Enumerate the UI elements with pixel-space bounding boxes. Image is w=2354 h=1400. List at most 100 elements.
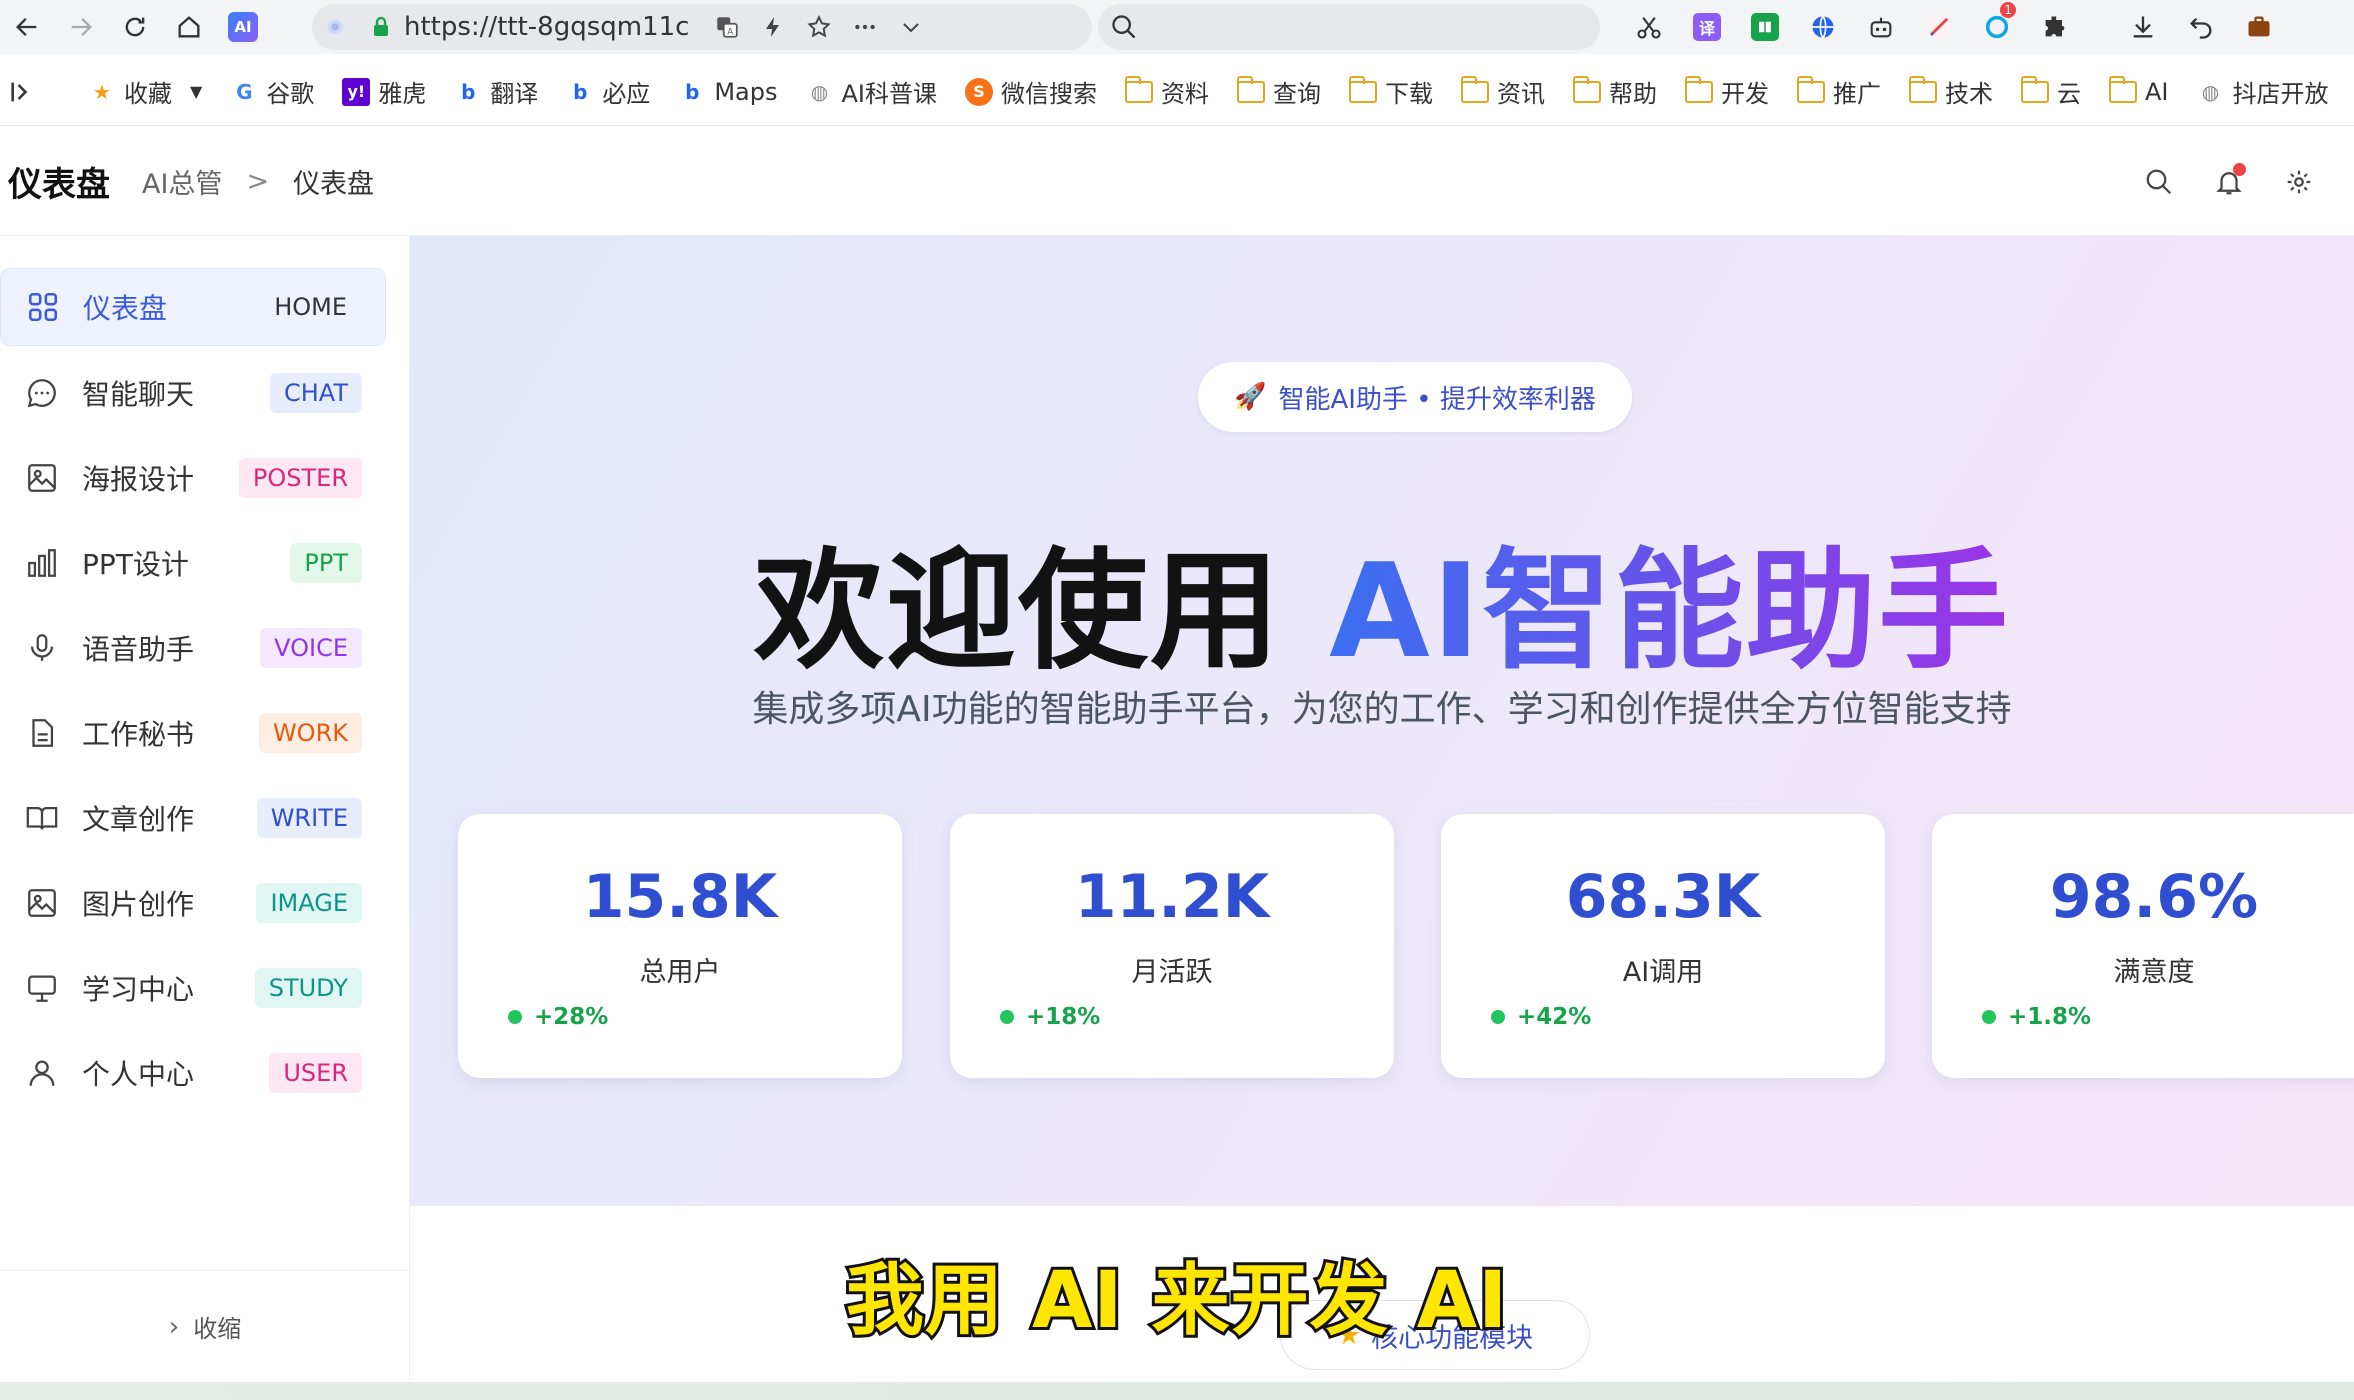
app-header: 仪表盘 AI总管 > 仪表盘 (0, 128, 2354, 236)
scissors-icon[interactable] (1620, 0, 1678, 54)
bookmark-item[interactable]: y! 雅虎 (342, 74, 426, 109)
bookmark-folder[interactable]: 开发 (1684, 74, 1769, 109)
bookmark-item[interactable]: ◍ AI科普课 (805, 74, 937, 109)
bookmark-folder[interactable]: 推广 (1796, 74, 1881, 109)
sidebar-item-user[interactable]: 个人中心 USER (0, 1034, 386, 1112)
bookmark-item[interactable]: b 翻译 (454, 74, 538, 109)
sidebar-item-image[interactable]: 图片创作 IMAGE (0, 864, 386, 942)
chevron-down-icon[interactable] (888, 4, 934, 50)
translate-page-icon[interactable]: A (704, 4, 750, 50)
book-icon[interactable] (1736, 0, 1794, 54)
forward-button[interactable] (54, 0, 108, 54)
yahoo-icon: y! (342, 77, 371, 106)
header-actions (2124, 128, 2334, 236)
sidebar-item-ppt[interactable]: PPT设计 PPT (0, 524, 386, 602)
site-info-icon (312, 4, 358, 50)
browser-search-input[interactable] (1098, 4, 1600, 50)
bookmark-folder[interactable]: 资料 (1124, 74, 1209, 109)
bottom-strip (0, 1382, 2354, 1400)
bookmark-item[interactable]: b Maps (678, 78, 777, 106)
sidebar-item-tag: IMAGE (256, 883, 362, 923)
bookmark-folder[interactable]: 下载 (1348, 74, 1433, 109)
rocket-icon: 🚀 (1234, 382, 1267, 412)
sidebar-item-tag: WORK (258, 713, 362, 753)
back-button[interactable] (0, 0, 54, 54)
sidebar-item-label: 仪表盘 (83, 292, 168, 325)
bing-icon: b (573, 79, 588, 104)
arrow-left-icon (16, 18, 37, 36)
globe-icon: ◍ (810, 79, 829, 104)
sidebar-item-study[interactable]: 学习中心 STUDY (0, 949, 386, 1027)
folder-icon (1460, 75, 1489, 103)
chat-icon (22, 373, 62, 413)
notification-dot (2233, 163, 2246, 176)
sidebar-item-dashboard[interactable]: 仪表盘 HOME (0, 268, 386, 346)
bookmark-folder[interactable]: 查询 (1236, 74, 1321, 109)
sidebar-item-voice[interactable]: 语音助手 VOICE (0, 609, 386, 687)
page-title: 仪表盘 (8, 165, 110, 205)
sidebar: 仪表盘 HOME 智能聊天 CHAT 海报设计 POSTER PPT设计 PPT… (0, 236, 410, 1382)
sidebar-toggle-button[interactable] (8, 78, 36, 106)
reload-button[interactable] (108, 0, 162, 54)
hero-section: 🚀 智能AI助手 • 提升效率利器 欢迎使用 AI智能助手 集成多项AI功能的智… (410, 236, 2354, 1206)
download-icon[interactable] (2114, 0, 2172, 54)
folder-icon (2020, 75, 2049, 103)
arrow-right-icon (71, 18, 92, 36)
sync-icon[interactable]: 1 (1968, 0, 2026, 54)
stat-change: +1.8% (1982, 1004, 2091, 1030)
lock-icon (358, 4, 404, 50)
sidebar-item-chat[interactable]: 智能聊天 CHAT (0, 354, 386, 432)
sidebar-item-tag: USER (269, 1053, 362, 1093)
sidebar-item-tag: STUDY (254, 968, 362, 1008)
chevron-down-icon[interactable]: ▼ (190, 82, 202, 101)
bookmark-folder[interactable]: AI (2108, 75, 2168, 106)
folder-icon (1572, 75, 1601, 103)
hero-title: 欢迎使用 AI智能助手 (410, 506, 2354, 694)
translate-icon[interactable]: 译 (1678, 0, 1736, 54)
bookmark-item[interactable]: ★ 收藏 ▼ (88, 74, 202, 109)
extension-badge: 1 (2000, 2, 2016, 18)
google-icon: G (236, 79, 253, 104)
bookmark-star-icon[interactable] (796, 4, 842, 50)
ai-extension-button[interactable]: AI (216, 0, 270, 54)
reload-icon (125, 17, 145, 37)
search-button[interactable] (2124, 147, 2194, 217)
bookmark-item[interactable]: G 谷歌 (230, 74, 314, 109)
document-icon (22, 713, 62, 753)
gear-icon (2287, 170, 2311, 194)
bookmark-item[interactable]: ◍ 抖店开放 (2196, 74, 2329, 109)
sidebar-item-poster[interactable]: 海报设计 POSTER (0, 439, 386, 517)
bar-chart-icon (22, 543, 62, 583)
bookmark-folder[interactable]: 资讯 (1460, 74, 1545, 109)
url-text[interactable]: https://ttt-8gqsqm11c (404, 12, 704, 42)
bookmark-folder[interactable]: 帮助 (1572, 74, 1657, 109)
home-button[interactable] (162, 0, 216, 54)
bookmark-item[interactable]: S 微信搜索 (964, 74, 1097, 109)
briefcase-icon[interactable] (2230, 0, 2288, 54)
star-icon: ★ (93, 79, 111, 104)
sidebar-item-work[interactable]: 工作秘书 WORK (0, 694, 386, 772)
bookmark-item[interactable]: b 必应 (566, 74, 650, 109)
lightning-icon[interactable] (750, 4, 796, 50)
sidebar-item-tag: PPT (290, 543, 362, 583)
globe-icon[interactable] (1794, 0, 1852, 54)
more-icon[interactable] (842, 4, 888, 50)
pencil-icon[interactable] (1910, 0, 1968, 54)
undo-icon[interactable] (2172, 0, 2230, 54)
breadcrumb-root[interactable]: AI总管 (142, 162, 222, 201)
bookmark-folder[interactable]: 技术 (1908, 74, 1993, 109)
settings-button[interactable] (2264, 147, 2334, 217)
sidebar-item-write[interactable]: 文章创作 WRITE (0, 779, 386, 857)
stat-label: 满意度 (2113, 957, 2195, 988)
svg-text:A: A (727, 28, 733, 38)
stat-change: +42% (1491, 1004, 1591, 1030)
address-bar[interactable]: https://ttt-8gqsqm11c A (312, 4, 1092, 50)
sidebar-item-label: 海报设计 (82, 463, 195, 496)
bing-icon: b (685, 79, 700, 104)
bookmark-folder[interactable]: 云 (2020, 74, 2081, 109)
sidebar-item-label: PPT设计 (82, 548, 189, 581)
grid-icon (23, 287, 63, 327)
robot-icon[interactable] (1852, 0, 1910, 54)
puzzle-icon[interactable] (2026, 0, 2084, 54)
notifications-button[interactable] (2194, 147, 2264, 217)
